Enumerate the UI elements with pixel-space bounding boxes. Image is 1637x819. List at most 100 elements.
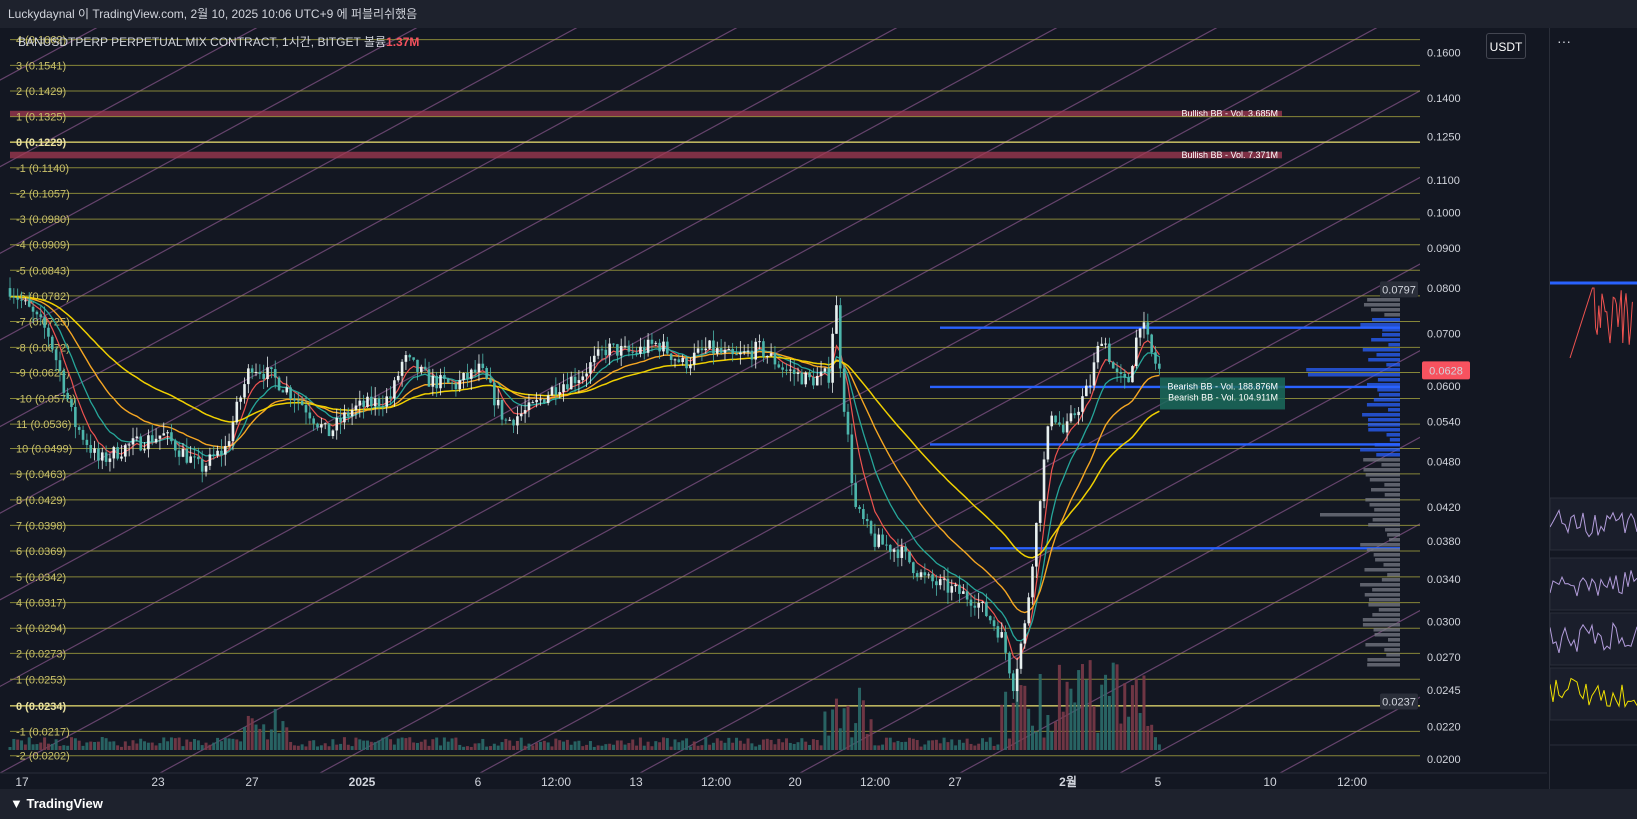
candle-body xyxy=(54,349,58,361)
candle-body xyxy=(247,368,250,385)
volume-bar xyxy=(223,737,227,750)
volume-bar xyxy=(346,744,350,750)
fib-level-label: 4 (0.0317) xyxy=(16,598,66,610)
candle-body xyxy=(765,355,769,357)
volume-bar xyxy=(1119,723,1123,750)
tradingview-logo[interactable]: ▼ TradingView xyxy=(10,789,103,819)
volume-bar xyxy=(242,727,246,750)
symbol-title[interactable]: BANUSDTPERP PERPETUAL MIX CONTRACT, 1시간,… xyxy=(18,33,419,50)
volume-profile-bar xyxy=(1384,483,1400,487)
candle-body xyxy=(431,375,435,387)
volume-profile-bar xyxy=(1368,358,1400,362)
candle-body xyxy=(750,350,754,360)
volume-profile-bar xyxy=(1366,383,1400,387)
candle-body xyxy=(865,519,869,522)
volume-bar xyxy=(746,738,750,750)
candle-body xyxy=(16,297,19,300)
volume-profile-bar xyxy=(1360,583,1400,587)
volume-profile-bar xyxy=(1384,493,1400,497)
x-tick-label: 27 xyxy=(245,775,259,789)
candle-body xyxy=(958,584,961,594)
candle-body xyxy=(1042,459,1046,502)
volume-bar xyxy=(861,700,865,750)
volume-bar xyxy=(1092,705,1096,750)
volume-bar xyxy=(404,738,408,750)
candle-body xyxy=(927,574,931,576)
volume-bar xyxy=(788,742,792,750)
candle-body xyxy=(715,348,719,354)
currency-button[interactable]: USDT xyxy=(1486,33,1526,59)
candle-body xyxy=(758,341,761,343)
side-indicator-pane xyxy=(1549,612,1637,666)
volume-profile-bar xyxy=(1320,513,1400,517)
fib-level-label: 3 (0.1541) xyxy=(16,60,66,72)
candle-body xyxy=(1015,668,1019,692)
volume-bar xyxy=(811,739,815,750)
volume-bar xyxy=(854,723,858,750)
volume-profile-bar xyxy=(1371,308,1400,312)
volume-bar xyxy=(392,744,396,750)
volume-bar xyxy=(804,741,808,750)
candle-body xyxy=(173,441,177,451)
volume-bar xyxy=(669,746,673,750)
volume-bar xyxy=(412,742,416,750)
volume-bar xyxy=(907,737,911,750)
volume-bar xyxy=(796,742,800,750)
candle-body xyxy=(1142,322,1146,329)
candle-body xyxy=(658,342,661,352)
volume-profile-bar xyxy=(1388,343,1400,347)
volume-bar xyxy=(735,737,739,750)
candle-body xyxy=(623,345,627,347)
volume-bar xyxy=(996,744,1000,750)
candle-body xyxy=(673,359,677,361)
volume-bar xyxy=(162,737,166,750)
volume-bar xyxy=(200,745,204,750)
candle-body xyxy=(1061,424,1065,433)
volume-bar xyxy=(850,737,854,750)
candle-body xyxy=(81,429,85,440)
fib-level-label: 2 (0.0273) xyxy=(16,648,66,660)
volume-bar xyxy=(1138,713,1142,750)
volume-bar xyxy=(454,737,458,750)
candle-body xyxy=(43,317,46,328)
candle-body xyxy=(585,373,588,377)
volume-bar xyxy=(946,742,950,750)
volume-bar xyxy=(127,745,131,750)
candle-body xyxy=(1111,362,1115,369)
volume-bar xyxy=(773,744,777,750)
candle-body xyxy=(915,573,919,577)
volume-bar xyxy=(635,745,639,750)
volume-bar xyxy=(977,743,981,750)
candle-body xyxy=(535,399,538,403)
volume-bar xyxy=(1019,685,1023,750)
candle-body xyxy=(566,384,569,390)
candle-body xyxy=(1031,566,1034,598)
volume-profile-bar xyxy=(1382,328,1400,332)
candle-body xyxy=(408,355,412,358)
volume-bar xyxy=(46,743,50,750)
volume-bar xyxy=(888,737,892,750)
volume-bar xyxy=(96,741,100,750)
volume-bar xyxy=(884,737,888,750)
candle-body xyxy=(508,419,512,421)
price-chart[interactable]: Bullish BB - Vol. 3.685M Bullish BB - Vol… xyxy=(0,28,1547,789)
volume-bar xyxy=(1100,684,1104,750)
more-options-button[interactable]: ··· xyxy=(1557,33,1571,49)
volume-bar xyxy=(1061,711,1065,750)
volume-bar xyxy=(377,740,381,750)
candle-body xyxy=(823,368,827,372)
candle-body xyxy=(681,357,684,363)
candle-body xyxy=(773,353,777,365)
volume-profile-bar xyxy=(1368,428,1400,432)
candle-body xyxy=(454,383,458,390)
candle-body xyxy=(842,368,846,412)
chart-pane[interactable]: Bullish BB - Vol. 3.685M Bullish BB - Vol… xyxy=(0,28,1547,789)
candle-body xyxy=(1127,377,1130,383)
volume-bar xyxy=(842,708,846,750)
bullish-zone xyxy=(10,151,1282,159)
volume-bar xyxy=(485,746,489,750)
candle-body xyxy=(1123,373,1127,378)
x-tick-label: 12:00 xyxy=(701,775,731,789)
y-tick-label: 0.1100 xyxy=(1427,175,1460,187)
volume-bar xyxy=(519,737,523,750)
